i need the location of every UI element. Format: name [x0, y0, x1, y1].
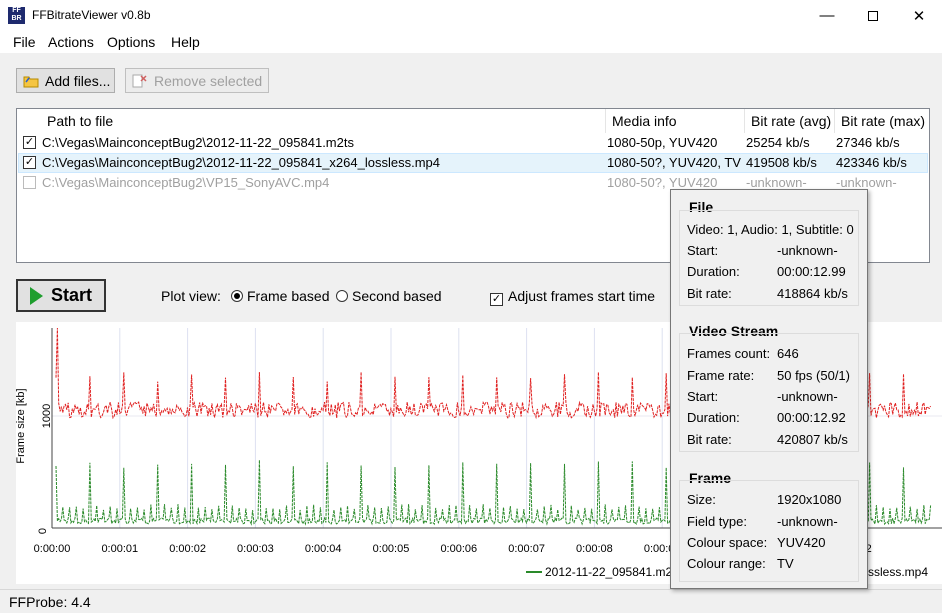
add-files-label: Add files... — [45, 72, 111, 89]
row-media-info: 1080-50p, YUV420 — [607, 135, 718, 150]
menu-file[interactable]: File — [13, 34, 36, 50]
play-icon — [30, 286, 43, 305]
row-path: C:\Vegas\MainconceptBug2\2012-11-22_0958… — [42, 155, 440, 170]
radio-selected-icon — [231, 290, 243, 302]
second-based-label: Second based — [352, 288, 442, 304]
row-bitrate-avg: -unknown- — [746, 175, 807, 190]
row-path: C:\Vegas\MainconceptBug2\VP15_SonyAVC.mp… — [42, 175, 330, 190]
status-text: FFProbe: 4.4 — [9, 594, 91, 610]
window-title: FFBitrateViewer v0.8b — [32, 8, 151, 22]
frame-fieldtype-key: Field type: — [687, 514, 747, 529]
y-axis-label: Frame size [kb] — [16, 388, 27, 463]
x-tick-label: 0:00:02 — [169, 543, 206, 555]
frame-size-key: Size: — [687, 492, 716, 507]
file-streams: Video: 1, Audio: 1, Subtitle: 0 — [687, 222, 854, 237]
legend-label-lossless: lossless.mp4 — [859, 565, 929, 579]
file-start-value: -unknown- — [777, 243, 838, 258]
row-bitrate-max: 423346 kb/s — [836, 155, 907, 170]
frame-based-label: Frame based — [247, 288, 330, 304]
column-media-info[interactable]: Media info — [606, 109, 745, 133]
file-bitrate-value: 418864 kb/s — [777, 286, 848, 301]
frame-based-radio[interactable]: Frame based — [231, 288, 329, 304]
video-duration-value: 00:00:12.92 — [777, 410, 846, 425]
close-icon: ✕ — [912, 7, 926, 25]
x-tick-label: 0:00:00 — [34, 543, 71, 555]
plot-view-label: Plot view: — [161, 288, 221, 304]
row-checkbox[interactable] — [23, 176, 36, 189]
remove-selected-button[interactable]: Remove selected — [125, 68, 269, 93]
folder-open-icon — [23, 73, 39, 89]
video-frames-key: Frames count: — [687, 346, 771, 361]
column-path[interactable]: Path to file — [41, 109, 606, 133]
adjust-start-checkbox[interactable]: ✓ Adjust frames start time — [490, 288, 655, 306]
add-files-button[interactable]: Add files... — [16, 68, 115, 93]
x-tick-label: 0:00:07 — [508, 543, 545, 555]
x-tick-label: 0:00:06 — [440, 543, 477, 555]
minimize-icon: — — [819, 7, 835, 24]
x-tick-label: 0:00:04 — [305, 543, 342, 555]
app-icon: FF BR — [8, 7, 25, 24]
row-checkbox[interactable]: ✓ — [23, 156, 36, 169]
x-tick-label: 0:00:03 — [237, 543, 274, 555]
row-bitrate-max: -unknown- — [836, 175, 897, 190]
video-start-key: Start: — [687, 389, 719, 404]
video-frames-value: 646 — [777, 346, 799, 361]
maximize-icon — [868, 10, 878, 21]
maximize-button[interactable] — [850, 0, 896, 31]
y-tick-label: 1000 — [41, 404, 53, 428]
file-duration-key: Duration: — [687, 264, 740, 279]
title-bar: FF BR FFBitrateViewer v0.8b — ✕ — [0, 0, 942, 31]
file-info-tooltip: File Video: 1, Audio: 1, Subtitle: 0 Sta… — [670, 189, 868, 589]
x-tick-label: 0:00:08 — [576, 543, 613, 555]
video-bitrate-key: Bit rate: — [687, 432, 732, 447]
row-bitrate-avg: 419508 kb/s — [746, 155, 817, 170]
y-tick-label: 0 — [37, 528, 49, 534]
row-media-info: 1080-50?, YUV420 — [607, 175, 718, 190]
radio-icon — [336, 290, 348, 302]
remove-selected-label: Remove selected — [154, 72, 263, 89]
menu-actions[interactable]: Actions — [48, 34, 94, 50]
video-bitrate-value: 420807 kb/s — [777, 432, 848, 447]
checkmark-icon: ✓ — [490, 293, 503, 306]
frame-colourrange-key: Colour range: — [687, 556, 766, 571]
status-bar: FFProbe: 4.4 — [0, 589, 942, 613]
remove-file-icon — [132, 73, 148, 89]
menu-help[interactable]: Help — [171, 34, 200, 50]
file-bitrate-key: Bit rate: — [687, 286, 732, 301]
menu-bar: File Actions Options Help — [0, 31, 942, 53]
x-tick-label: 0:00:05 — [373, 543, 410, 555]
x-tick-label: 0:00:01 — [101, 543, 138, 555]
row-bitrate-max: 27346 kb/s — [836, 135, 900, 150]
second-based-radio[interactable]: Second based — [336, 288, 442, 304]
column-bitrate-avg[interactable]: Bit rate (avg) — [745, 109, 835, 133]
video-start-value: -unknown- — [777, 389, 838, 404]
minimize-button[interactable]: — — [804, 0, 850, 31]
table-row[interactable]: ✓ C:\Vegas\MainconceptBug2\2012-11-22_09… — [18, 133, 928, 153]
file-start-key: Start: — [687, 243, 719, 258]
row-checkbox[interactable]: ✓ — [23, 136, 36, 149]
adjust-start-label: Adjust frames start time — [508, 288, 656, 304]
table-row[interactable]: ✓ C:\Vegas\MainconceptBug2\2012-11-22_09… — [18, 153, 928, 173]
start-button[interactable]: Start — [16, 279, 106, 312]
row-media-info: 1080-50?, YUV420, TV — [607, 155, 741, 170]
video-framerate-value: 50 fps (50/1) — [777, 368, 850, 383]
frame-fieldtype-value: -unknown- — [777, 514, 838, 529]
frame-colourrange-value: TV — [777, 556, 794, 571]
row-bitrate-avg: 25254 kb/s — [746, 135, 810, 150]
frame-colourspace-value: YUV420 — [777, 535, 826, 550]
frame-colourspace-key: Colour space: — [687, 535, 768, 550]
file-duration-value: 00:00:12.99 — [777, 264, 846, 279]
frame-size-value: 1920x1080 — [777, 492, 842, 507]
close-button[interactable]: ✕ — [896, 0, 942, 31]
video-framerate-key: Frame rate: — [687, 368, 755, 383]
legend-label-m2ts: 2012-11-22_095841.m2 — [545, 565, 673, 579]
start-label: Start — [51, 285, 93, 305]
menu-options[interactable]: Options — [107, 34, 155, 50]
video-duration-key: Duration: — [687, 410, 740, 425]
row-path: C:\Vegas\MainconceptBug2\2012-11-22_0958… — [42, 135, 354, 150]
column-bitrate-max[interactable]: Bit rate (max) — [835, 109, 929, 133]
